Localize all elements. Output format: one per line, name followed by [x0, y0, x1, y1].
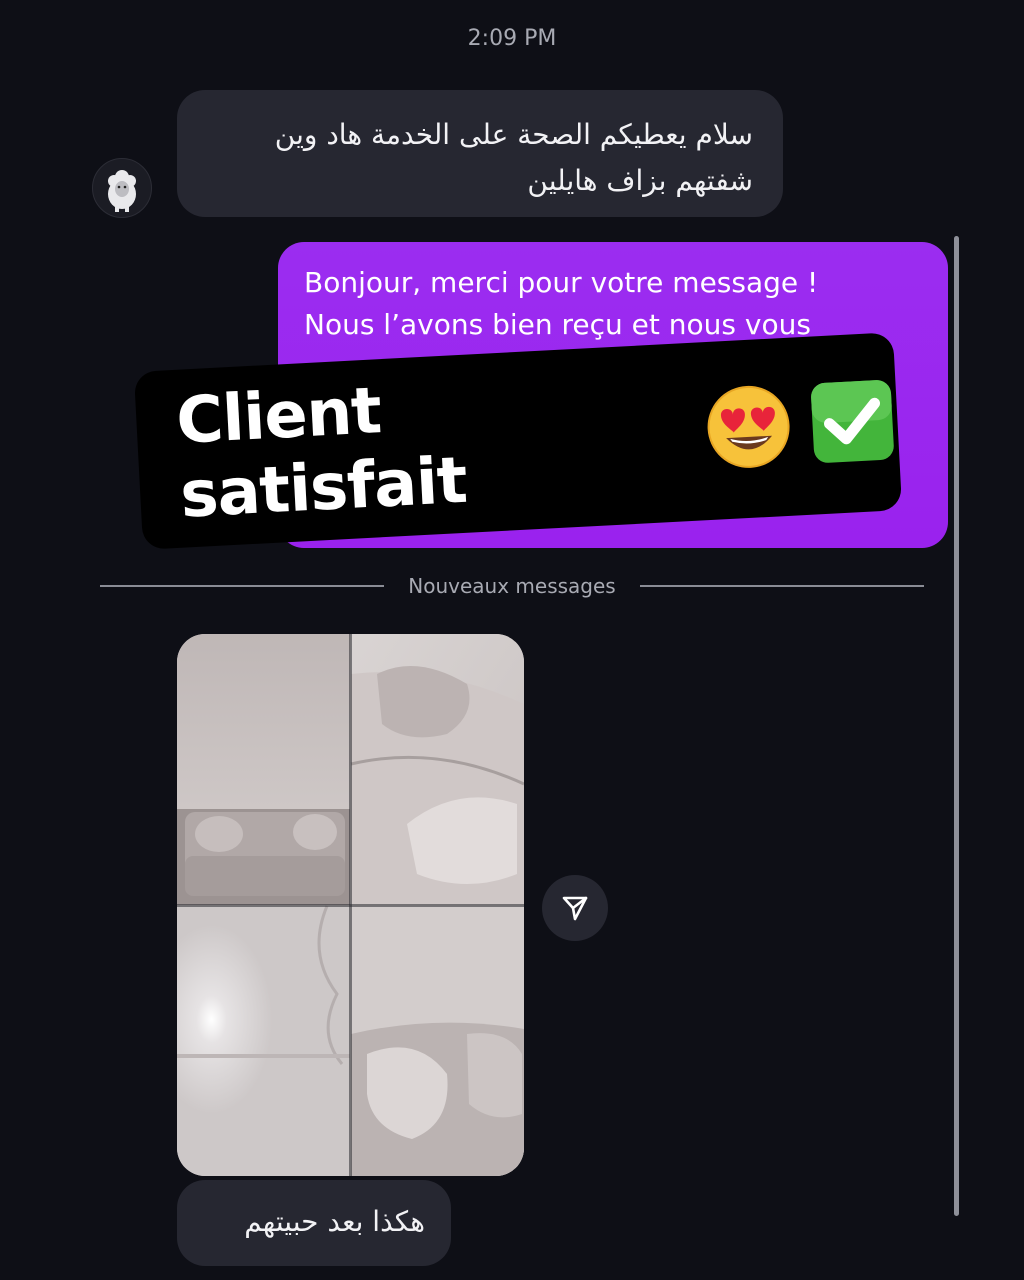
shared-photo-collage[interactable] [177, 634, 524, 1176]
sofa-photo-collage-image [177, 634, 524, 1176]
paper-plane-icon [562, 896, 588, 921]
scrollbar[interactable] [954, 236, 959, 1216]
outgoing-message-line: Bonjour, merci pour votre message ! [304, 266, 819, 299]
sheep-avatar-icon [108, 170, 136, 212]
sticker-text: Client satisfait [174, 374, 469, 533]
divider-line [639, 585, 925, 587]
divider-line [100, 585, 385, 587]
incoming-message-bubble[interactable]: سلام يعطيكم الصحة على الخدمة هاد وين شفت… [177, 90, 783, 217]
check-mark-button-icon [805, 374, 900, 473]
divider-label: Nouveaux messages [408, 574, 616, 598]
share-button[interactable] [542, 875, 608, 941]
incoming-message-bubble[interactable]: هكذا بعد حبيتهم [177, 1180, 451, 1266]
contact-avatar[interactable] [92, 158, 152, 218]
heart-eyes-emoji-icon [701, 380, 796, 479]
chat-screen: 2:09 PM سلام يعطيكم الصحة على الخدمة هاد… [0, 0, 1024, 1280]
new-messages-divider: Nouveaux messages [100, 572, 925, 600]
message-timestamp: 2:09 PM [467, 26, 557, 51]
